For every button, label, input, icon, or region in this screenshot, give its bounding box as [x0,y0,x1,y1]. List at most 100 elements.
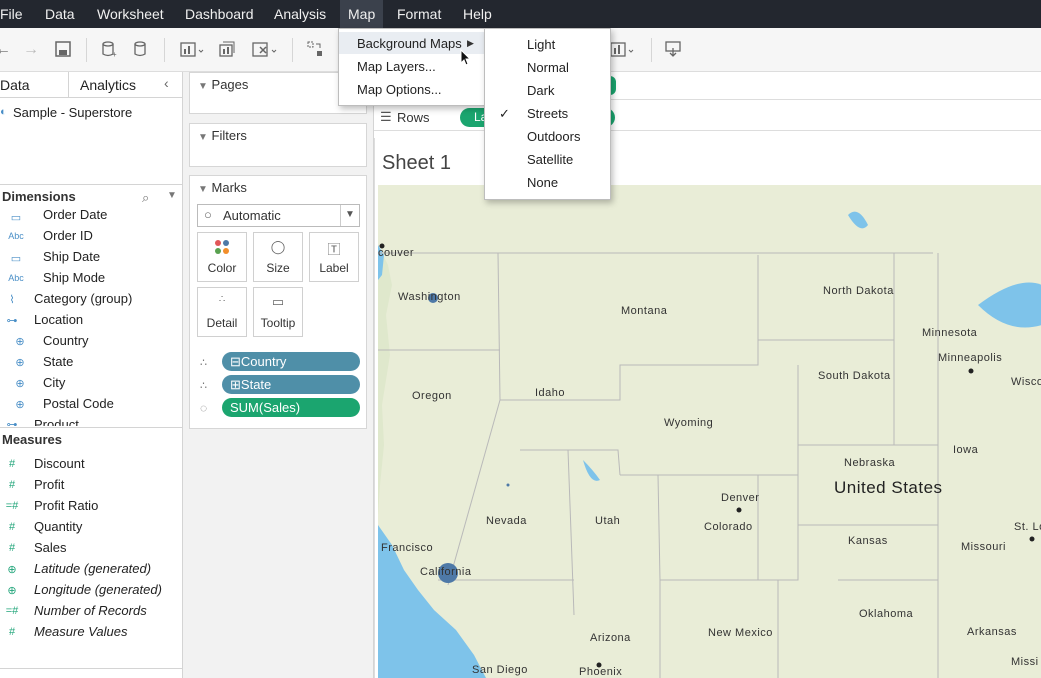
field-longitude[interactable]: Longitude (generated) [34,582,162,597]
city-dot [968,368,974,374]
field-measure-values[interactable]: Measure Values [34,624,127,639]
data-source-name[interactable]: Sample - Superstore [13,105,132,120]
state-mark [506,483,510,487]
detail-button[interactable]: ∴ Detail [197,287,247,337]
presentation-mode-icon[interactable] [662,40,684,60]
label-wisconsin: Wisco [1011,376,1041,388]
label-arkansas: Arkansas [967,626,1017,638]
pill-state[interactable]: ⊞State [222,375,360,394]
menu-item-normal[interactable]: Normal [527,60,569,75]
menu-analysis[interactable]: Analysis [274,6,326,22]
dropdown-arrow-icon[interactable]: ▼ [167,190,177,201]
field-quantity[interactable]: Quantity [34,519,82,534]
field-country[interactable]: Country [43,333,89,348]
label-minneapolis: Minneapolis [938,352,1002,364]
clear-sheet-icon[interactable] [250,40,280,60]
menu-data[interactable]: Data [45,6,75,22]
new-worksheet-icon[interactable] [178,40,206,60]
number-icon: =# [5,605,19,617]
collapse-arrow-icon[interactable]: ▼ [198,184,208,195]
size-icon: ◯ [270,239,286,254]
menu-item-map-layers[interactable]: Map Layers... [357,59,436,74]
show-me-icon[interactable] [608,40,638,60]
field-state[interactable]: State [43,354,73,369]
number-icon: # [8,521,16,533]
number-icon: # [8,626,16,638]
label-washington: Washington [398,291,461,303]
filters-card: ▼ Filters [189,123,367,167]
rows-shelf[interactable]: ☰ Rows La [374,103,1041,131]
size-button[interactable]: ◯ Size [253,232,303,282]
redo-icon[interactable]: → [20,40,42,60]
number-icon: # [8,458,16,470]
label-north-dakota: North Dakota [823,285,894,297]
menu-item-light[interactable]: Light [527,37,555,52]
tab-analytics[interactable]: Analytics [80,77,136,93]
menu-item-background-maps[interactable]: Background Maps [357,36,462,51]
field-profit[interactable]: Profit [34,477,64,492]
data-pane-tabs: Data Analytics ‹ [0,72,183,98]
field-location[interactable]: Location [34,312,83,327]
section-divider [0,668,182,669]
mark-type-select[interactable]: ○ Automatic ▼ [197,204,360,227]
menu-item-none[interactable]: None [527,175,558,190]
field-product[interactable]: Product [34,417,79,426]
field-city[interactable]: City [43,375,65,390]
menu-map[interactable]: Map [340,0,384,28]
menu-help[interactable]: Help [463,6,492,22]
label-phoenix: Phoenix [579,666,622,678]
pill-sum-sales-label: SUM(Sales) [230,400,301,415]
expand-icon: ⊞ [230,377,241,392]
menu-item-outdoors[interactable]: Outdoors [527,129,580,144]
pause-updates-icon[interactable] [130,40,152,60]
menu-file[interactable]: File [0,6,23,22]
collapse-arrow-icon[interactable]: ▼ [198,81,208,92]
label-nebraska: Nebraska [844,457,895,469]
menu-item-dark[interactable]: Dark [527,83,554,98]
tooltip-button[interactable]: ▭ Tooltip [253,287,303,337]
text-label-icon: 🅃 [327,242,341,257]
label-button[interactable]: 🅃 Label [309,232,359,282]
field-discount[interactable]: Discount [34,456,85,471]
collapse-pane-icon[interactable]: ‹ [164,75,169,91]
search-icon[interactable]: ⌕ [142,190,149,206]
pill-country[interactable]: ⊟Country [222,352,360,371]
new-data-source-icon[interactable]: + [98,40,120,60]
duplicate-sheet-icon[interactable] [216,40,238,60]
menu-item-streets[interactable]: Streets [527,106,568,121]
mouse-cursor-icon [460,49,472,66]
sheet-title[interactable]: Sheet 1 [382,152,451,175]
tab-data[interactable]: Data [0,77,30,93]
collapse-arrow-icon[interactable]: ▼ [198,132,208,143]
menu-item-map-options[interactable]: Map Options... [357,82,442,97]
city-dot [1029,536,1035,542]
globe-icon: ⊕ [15,357,25,369]
menu-dashboard[interactable]: Dashboard [185,6,254,22]
field-ship-date[interactable]: Ship Date [43,249,100,264]
number-icon: # [8,542,16,554]
globe-icon: ⊕ [7,585,17,597]
menu-format[interactable]: Format [397,6,441,22]
menu-item-satellite[interactable]: Satellite [527,152,573,167]
field-category-group[interactable]: Category (group) [34,291,132,306]
dimensions-header: Dimensions [0,184,183,204]
field-profit-ratio[interactable]: Profit Ratio [34,498,98,513]
menu-worksheet[interactable]: Worksheet [97,6,164,22]
tab-divider [68,72,69,98]
label-san-diego: San Diego [472,664,528,676]
field-order-id[interactable]: Order ID [43,228,93,243]
pill-sum-sales[interactable]: SUM(Sales) [222,398,360,417]
label-oklahoma: Oklahoma [859,608,914,620]
save-icon[interactable] [52,40,74,60]
undo-icon[interactable]: ← [0,40,14,60]
color-button[interactable]: Color [197,232,247,282]
field-number-of-records[interactable]: Number of Records [34,603,147,618]
field-latitude[interactable]: Latitude (generated) [34,561,151,576]
marks-label: Marks [211,180,247,195]
field-sales[interactable]: Sales [34,540,67,555]
field-order-date[interactable]: Order Date [43,207,107,222]
field-postal-code[interactable]: Postal Code [43,396,114,411]
field-ship-mode[interactable]: Ship Mode [43,270,105,285]
swap-rows-columns-icon[interactable] [304,40,326,60]
map[interactable]: couver Washington Oregon Idaho Montana W… [378,185,1041,678]
